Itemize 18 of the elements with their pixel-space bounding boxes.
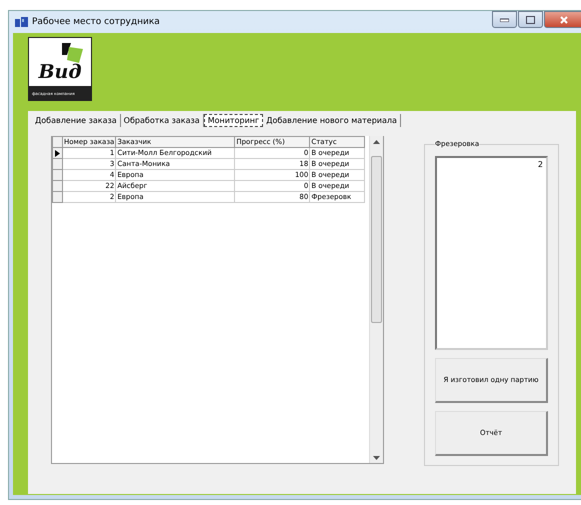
scroll-up-icon[interactable]: [373, 140, 380, 144]
minimize-button[interactable]: [492, 11, 517, 28]
close-icon: [560, 16, 568, 24]
list-box[interactable]: 2: [435, 156, 548, 350]
scrollbar[interactable]: [369, 136, 383, 463]
maximize-icon: [526, 16, 535, 24]
close-button[interactable]: [544, 11, 581, 28]
scroll-down-icon[interactable]: [373, 456, 380, 460]
app-icon: [15, 17, 28, 27]
current-row-icon: [55, 150, 60, 156]
tab[interactable]: Мониторинг: [204, 114, 264, 127]
row-header[interactable]: [52, 148, 62, 158]
tab[interactable]: Добавление заказа: [32, 114, 121, 127]
maximize-button[interactable]: [518, 11, 543, 28]
minimize-icon: [500, 18, 509, 22]
list-item[interactable]: 2: [440, 160, 543, 169]
window-title: Рабочее место сотрудника: [32, 17, 160, 27]
tab[interactable]: Добавление нового материала: [263, 114, 401, 127]
